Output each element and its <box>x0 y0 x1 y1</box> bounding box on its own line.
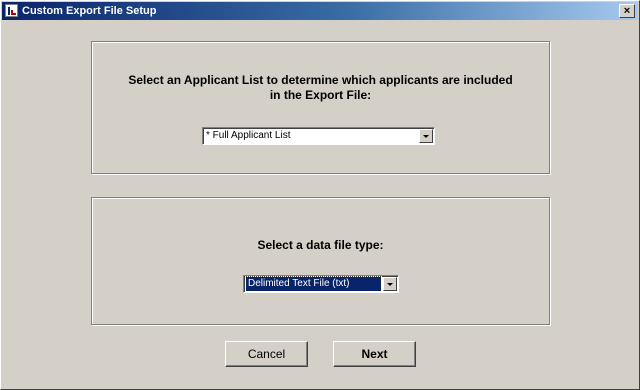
chevron-down-icon[interactable] <box>383 277 397 291</box>
applicant-list-value: * Full Applicant List <box>206 130 291 141</box>
file-type-prompt: Select a data file type: <box>257 238 384 252</box>
next-button[interactable]: Next <box>333 341 416 367</box>
file-type-panel: Select a data file type: Delimited Text … <box>91 197 550 325</box>
app-icon <box>5 4 18 17</box>
applicant-prompt-line2: in the Export File: <box>269 88 372 102</box>
close-icon: × <box>623 5 631 17</box>
applicant-list-select[interactable]: * Full Applicant List <box>202 127 435 145</box>
applicant-list-panel: Select an Applicant List to determine wh… <box>91 41 550 174</box>
export-setup-window: Custom Export File Setup × Select an App… <box>0 0 640 390</box>
chevron-down-icon[interactable] <box>419 129 433 143</box>
file-type-value: Delimited Text File (txt) <box>245 276 382 292</box>
applicant-list-prompt: Select an Applicant List to determine wh… <box>92 73 549 103</box>
window-title: Custom Export File Setup <box>22 5 157 17</box>
file-type-select[interactable]: Delimited Text File (txt) <box>243 275 399 293</box>
title-bar[interactable]: Custom Export File Setup × <box>2 2 638 20</box>
close-button[interactable]: × <box>619 4 635 18</box>
applicant-prompt-line1: Select an Applicant List to determine wh… <box>128 73 513 87</box>
cancel-button[interactable]: Cancel <box>225 341 308 367</box>
